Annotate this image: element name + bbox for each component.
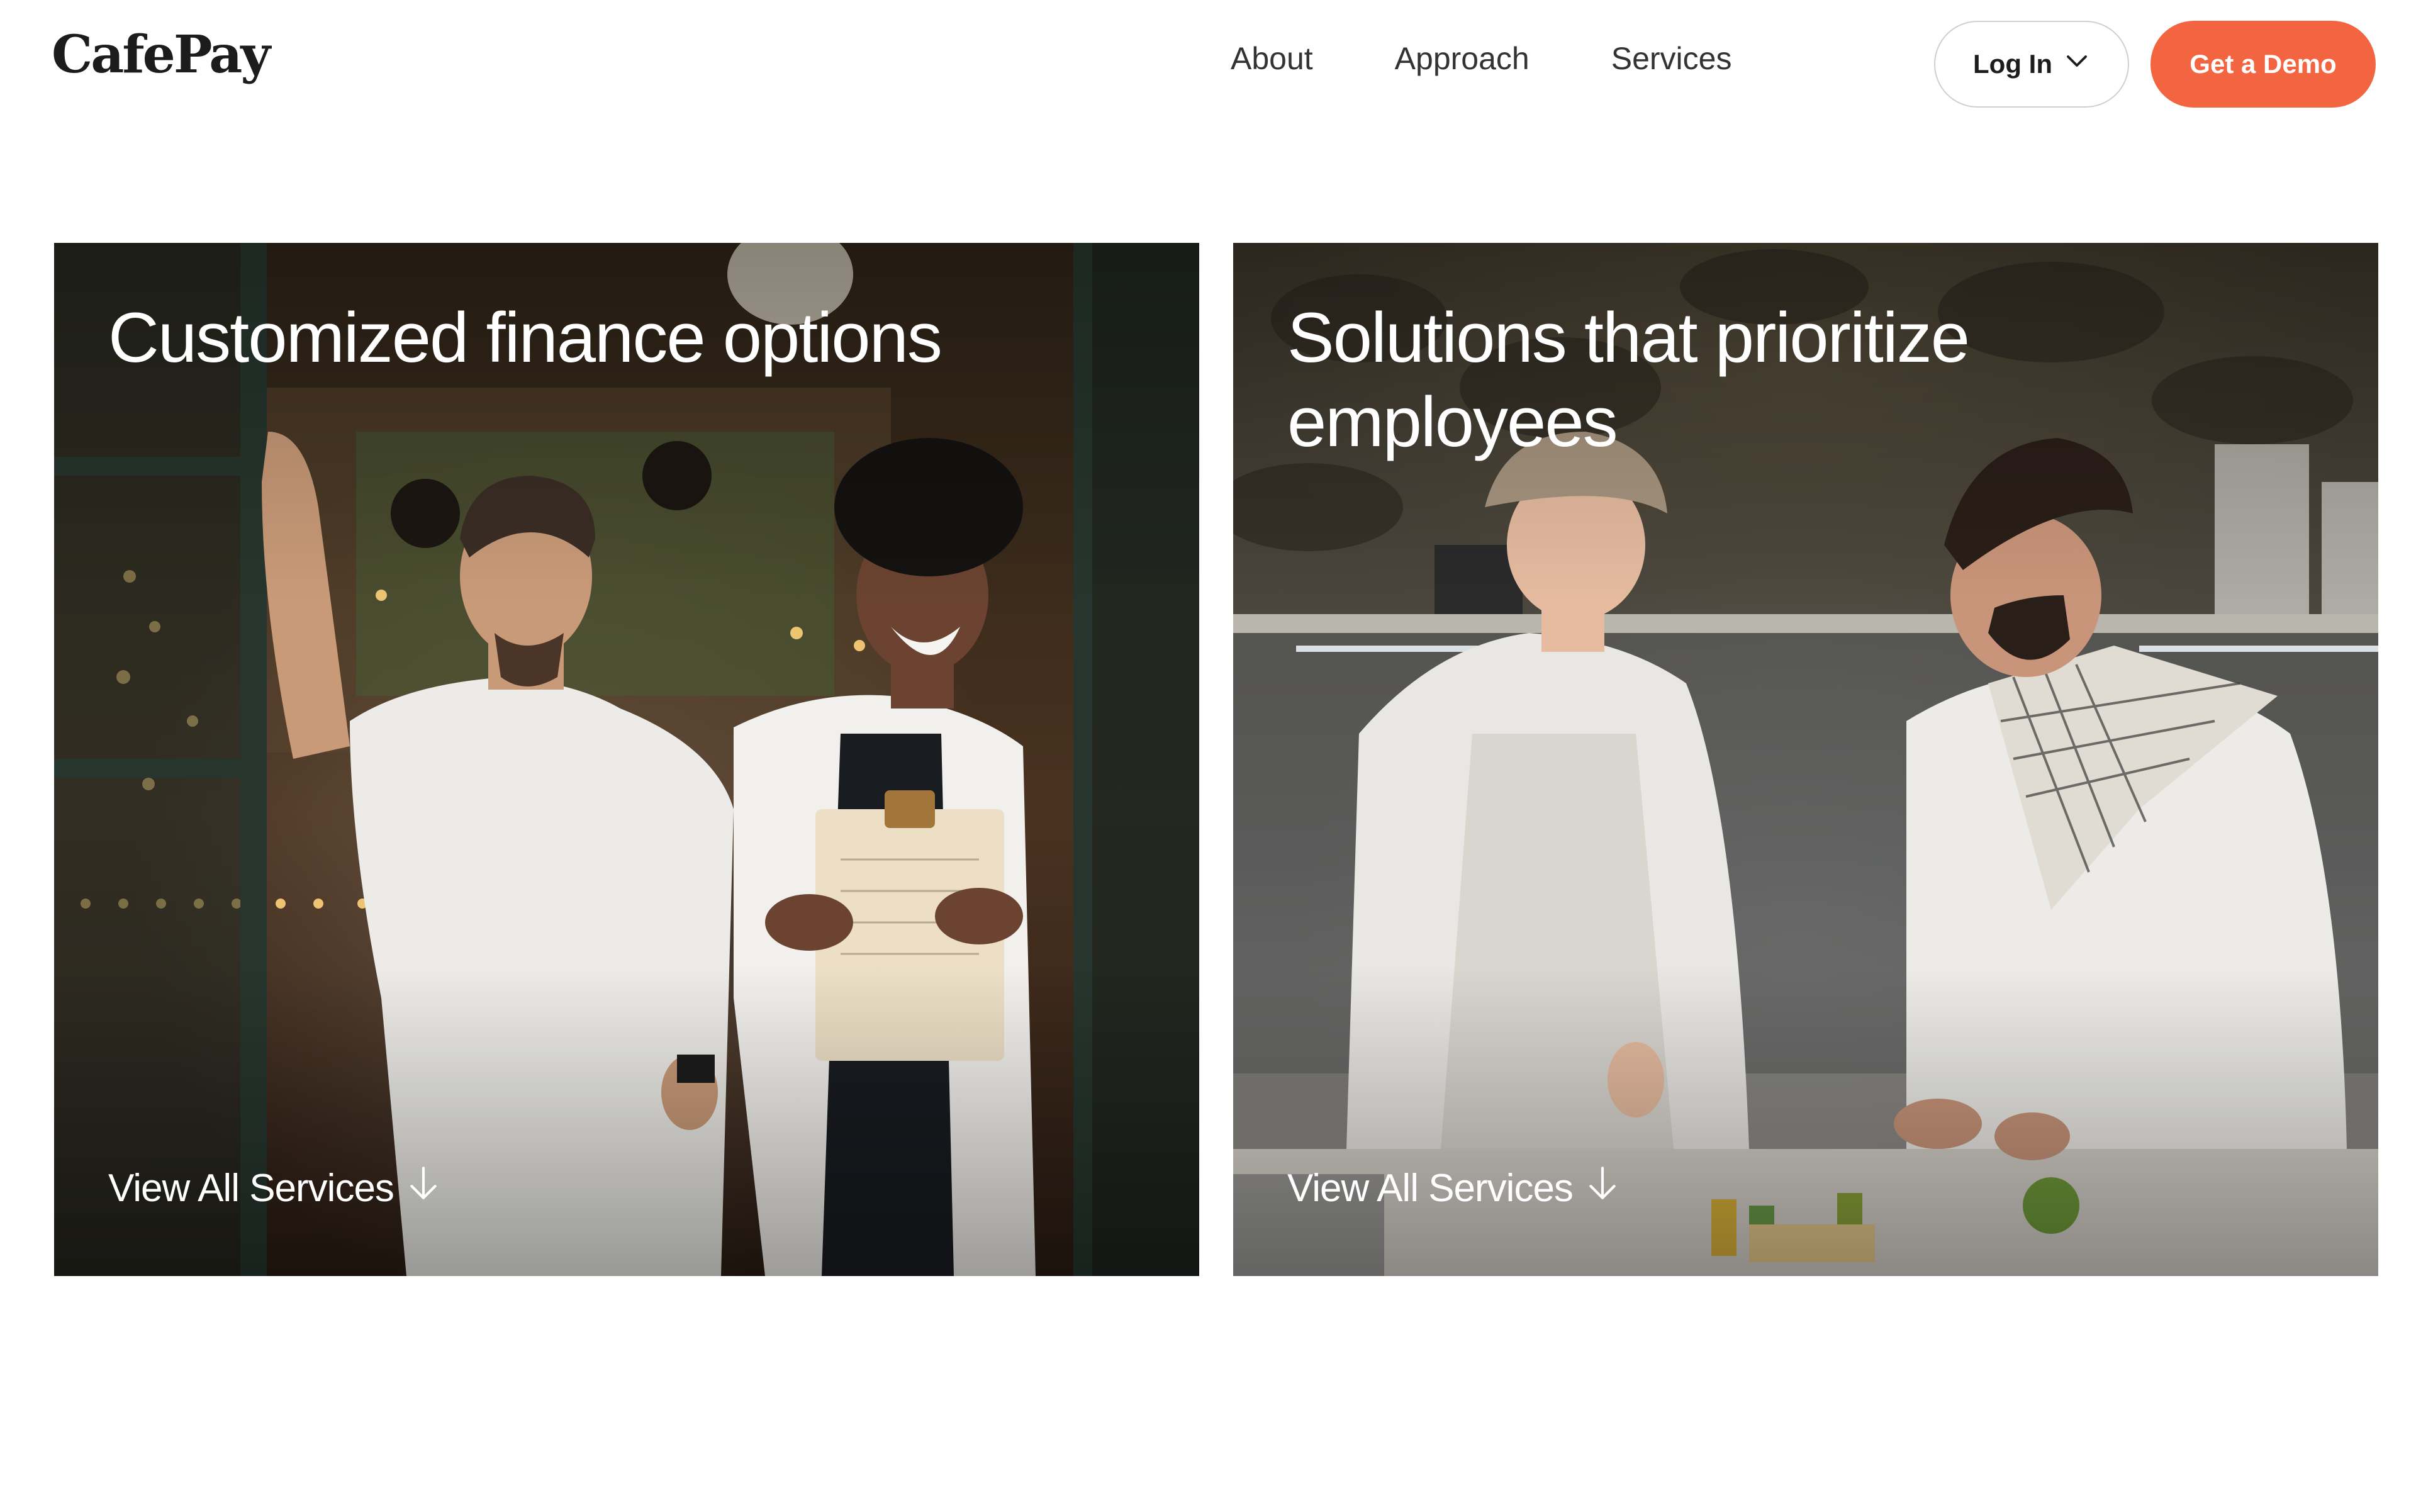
chevron-down-icon [2064, 48, 2090, 81]
service-card-employees[interactable]: Solutions that prioritize employees View… [1233, 243, 2378, 1276]
get-demo-button[interactable]: Get a Demo [2150, 21, 2376, 108]
arrow-down-icon [408, 1165, 439, 1211]
cafepay-logo[interactable]: CafePay [52, 29, 271, 81]
main-nav: About Approach Services [1231, 43, 1731, 74]
card-link-label: View All Services [1287, 1167, 1574, 1210]
card-title: Customized finance options [108, 298, 942, 377]
card-link-label: View All Services [108, 1167, 394, 1210]
card-title: Solutions that prioritize employees [1287, 298, 1970, 461]
login-button-label: Log In [1973, 49, 2052, 79]
arrow-down-icon [1587, 1165, 1618, 1211]
nav-link-about[interactable]: About [1231, 43, 1313, 74]
view-all-services-link[interactable]: View All Services [108, 1165, 439, 1211]
nav-link-services[interactable]: Services [1611, 43, 1732, 74]
view-all-services-link[interactable]: View All Services [1287, 1165, 1618, 1211]
service-card-finance[interactable]: Customized finance options View All Serv… [54, 243, 1199, 1276]
login-button[interactable]: Log In [1934, 21, 2129, 108]
nav-link-approach[interactable]: Approach [1395, 43, 1530, 74]
site-header: CafePay About Approach Services Log In G… [0, 0, 2416, 126]
